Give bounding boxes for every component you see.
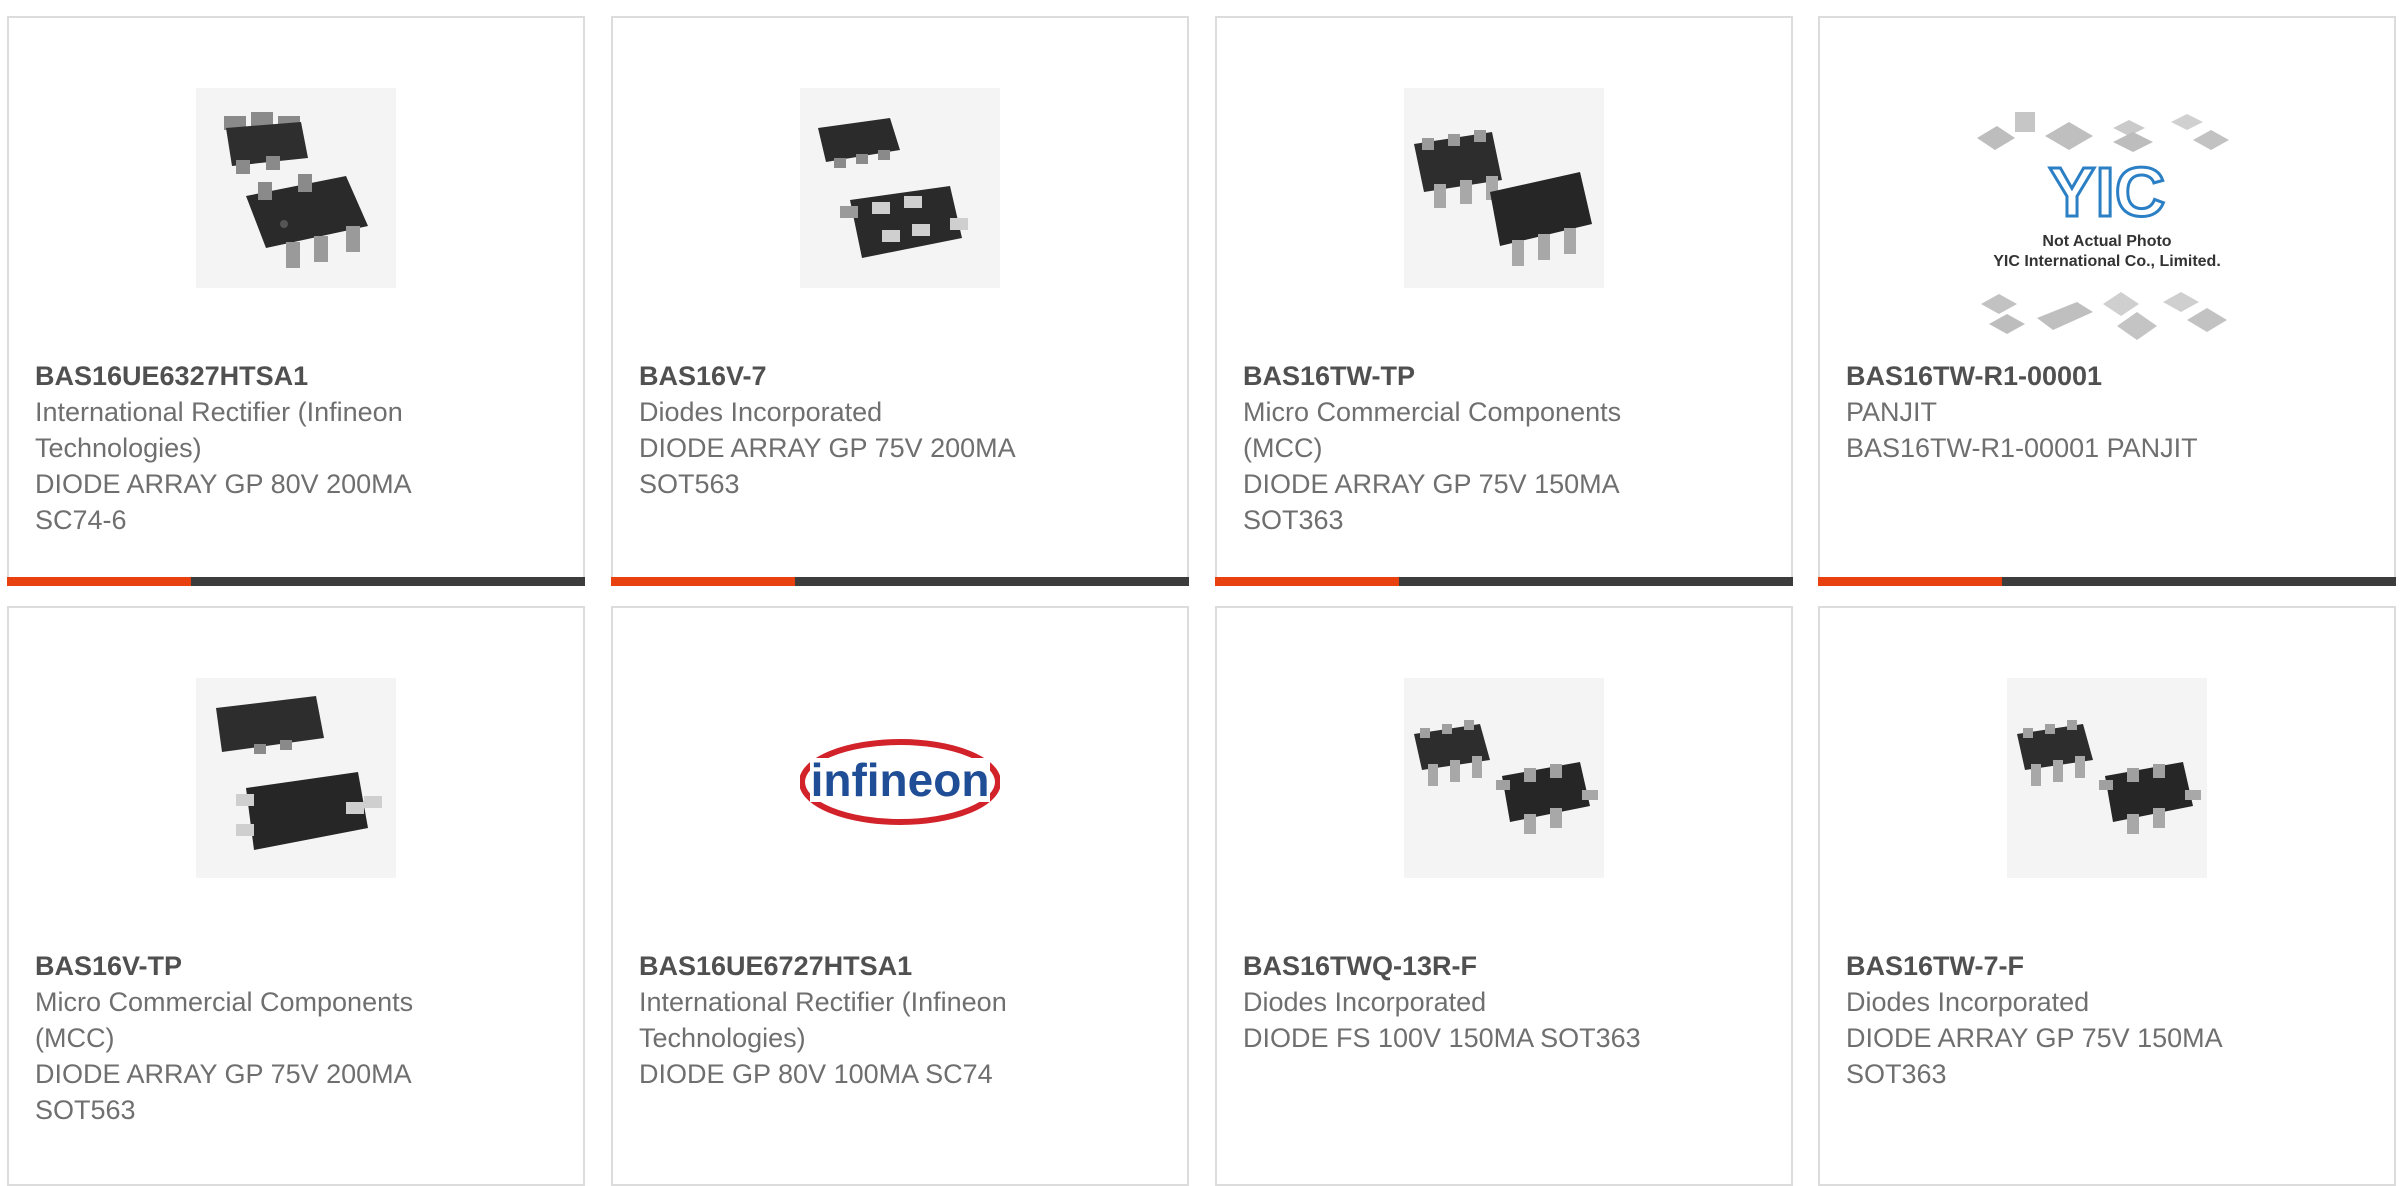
manufacturer-name: International Rectifier (Infineon Techno…	[639, 987, 1007, 1053]
chip-package-icon	[818, 118, 968, 258]
card-accent-bar	[1215, 577, 1399, 586]
part-number-link[interactable]: BAS16V-TP	[35, 948, 455, 984]
product-card[interactable]: BAS16V-TP Micro Commercial Components (M…	[7, 606, 585, 1186]
product-image[interactable]	[196, 678, 396, 878]
manufacturer-name: International Rectifier (Infineon Techno…	[35, 397, 403, 463]
placeholder-chips-icon: YIC Not Actual Photo YIC International C…	[1977, 112, 2229, 340]
product-image[interactable]	[1404, 88, 1604, 288]
card-accent-bar	[1818, 577, 2002, 586]
chip-package-icon	[1414, 720, 1598, 834]
product-card[interactable]: BAS16UE6327HTSA1 International Rectifier…	[7, 16, 585, 586]
manufacturer-name: Diodes Incorporated	[639, 397, 883, 427]
infineon-logo-text: infineon	[811, 754, 990, 806]
product-description: DIODE ARRAY GP 75V 150MA SOT363	[1846, 1023, 2222, 1089]
part-number-link[interactable]: BAS16TW-TP	[1243, 358, 1663, 394]
product-card[interactable]: BAS16V-7 Diodes Incorporated DIODE ARRAY…	[611, 16, 1189, 586]
manufacturer-name: Diodes Incorporated	[1846, 987, 2090, 1017]
product-info: BAS16TW-TP Micro Commercial Components (…	[1243, 358, 1663, 538]
card-accent-bar	[7, 577, 191, 586]
chip-package-icon	[216, 696, 382, 850]
product-info: BAS16V-TP Micro Commercial Components (M…	[35, 948, 455, 1128]
card-bottom-bar	[1818, 577, 2396, 586]
product-image[interactable]	[800, 88, 1000, 288]
part-number-link[interactable]: BAS16TW-R1-00001	[1846, 358, 2266, 394]
product-image[interactable]: infineon	[800, 678, 1000, 878]
part-number-link[interactable]: BAS16TWQ-13R-F	[1243, 948, 1663, 984]
product-image[interactable]	[196, 88, 396, 288]
product-info: BAS16TW-R1-00001 PANJIT BAS16TW-R1-00001…	[1846, 358, 2266, 466]
product-description: DIODE ARRAY GP 80V 200MA SC74-6	[35, 469, 411, 535]
product-image[interactable]: YIC Not Actual Photo YIC International C…	[1967, 98, 2247, 358]
manufacturer-name: Diodes Incorporated	[1243, 987, 1487, 1017]
part-number-link[interactable]: BAS16TW-7-F	[1846, 948, 2266, 984]
manufacturer-name: Micro Commercial Components (MCC)	[35, 987, 414, 1053]
chip-package-icon	[2017, 720, 2201, 834]
product-image[interactable]	[2007, 678, 2207, 878]
manufacturer-name: PANJIT	[1846, 397, 1938, 427]
product-info: BAS16TW-7-F Diodes Incorporated DIODE AR…	[1846, 948, 2266, 1092]
product-description: DIODE ARRAY GP 75V 200MA SOT563	[35, 1059, 411, 1125]
product-card[interactable]: BAS16TW-TP Micro Commercial Components (…	[1215, 16, 1793, 586]
product-description: DIODE FS 100V 150MA SOT363	[1243, 1023, 1641, 1053]
svg-text:Not Actual Photo: Not Actual Photo	[2042, 233, 2171, 250]
product-description: DIODE ARRAY GP 75V 150MA SOT363	[1243, 469, 1619, 535]
chip-package-icon	[1414, 130, 1592, 266]
part-number-link[interactable]: BAS16UE6327HTSA1	[35, 358, 455, 394]
product-card[interactable]: infineon BAS16UE6727HTSA1 International …	[611, 606, 1189, 1186]
product-card[interactable]: YIC Not Actual Photo YIC International C…	[1818, 16, 2396, 586]
yic-logo: YIC	[2049, 153, 2166, 231]
card-accent-bar	[611, 577, 795, 586]
product-info: BAS16UE6327HTSA1 International Rectifier…	[35, 358, 455, 538]
product-description: DIODE GP 80V 100MA SC74	[639, 1059, 993, 1089]
product-info: BAS16V-7 Diodes Incorporated DIODE ARRAY…	[639, 358, 1059, 502]
product-description: BAS16TW-R1-00001 PANJIT	[1846, 433, 2198, 463]
chip-package-icon	[224, 112, 368, 268]
manufacturer-name: Micro Commercial Components (MCC)	[1243, 397, 1622, 463]
part-number-link[interactable]: BAS16V-7	[639, 358, 1059, 394]
product-info: BAS16UE6727HTSA1 International Rectifier…	[639, 948, 1059, 1092]
card-bottom-bar	[1215, 577, 1793, 586]
product-card[interactable]: BAS16TWQ-13R-F Diodes Incorporated DIODE…	[1215, 606, 1793, 1186]
product-description: DIODE ARRAY GP 75V 200MA SOT563	[639, 433, 1015, 499]
infineon-logo-icon: infineon	[800, 739, 1000, 825]
svg-text:YIC International Co., Limited: YIC International Co., Limited.	[1993, 253, 2221, 270]
card-bottom-bar	[7, 577, 585, 586]
part-number-link[interactable]: BAS16UE6727HTSA1	[639, 948, 1059, 984]
product-card[interactable]: BAS16TW-7-F Diodes Incorporated DIODE AR…	[1818, 606, 2396, 1186]
card-bottom-bar	[611, 577, 1189, 586]
product-image[interactable]	[1404, 678, 1604, 878]
product-info: BAS16TWQ-13R-F Diodes Incorporated DIODE…	[1243, 948, 1663, 1056]
